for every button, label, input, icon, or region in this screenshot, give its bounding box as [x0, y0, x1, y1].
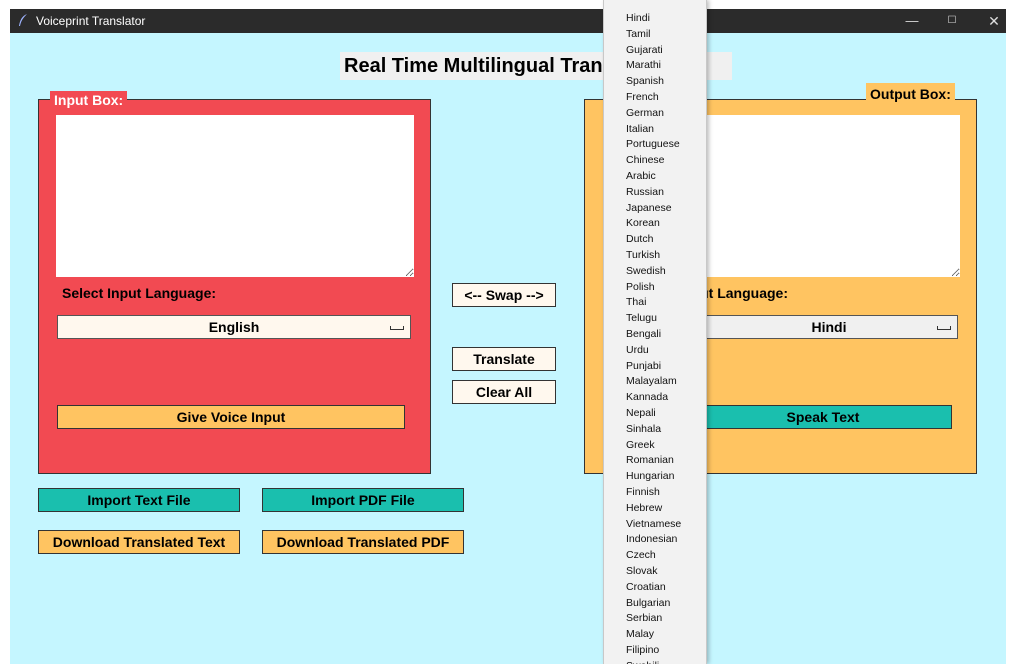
- dropdown-option[interactable]: Punjabi: [626, 360, 661, 372]
- dropdown-arrow-icon: [390, 326, 404, 330]
- dropdown-option[interactable]: Chinese: [626, 154, 665, 166]
- dropdown-option[interactable]: Bulgarian: [626, 597, 670, 609]
- dropdown-option[interactable]: Indonesian: [626, 533, 677, 545]
- give-voice-input-button[interactable]: Give Voice Input: [57, 405, 405, 429]
- import-pdf-file-button[interactable]: Import PDF File: [262, 488, 464, 512]
- dropdown-option[interactable]: Malayalam: [626, 375, 677, 387]
- dropdown-option[interactable]: French: [626, 91, 659, 103]
- output-language-value: Hindi: [811, 319, 847, 335]
- dropdown-option[interactable]: Swahili: [626, 660, 659, 664]
- dropdown-option[interactable]: Marathi: [626, 59, 661, 71]
- dropdown-option[interactable]: Czech: [626, 549, 656, 561]
- dropdown-option[interactable]: Sinhala: [626, 423, 661, 435]
- input-textarea[interactable]: [56, 115, 414, 277]
- dropdown-option[interactable]: Gujarati: [626, 44, 663, 56]
- swap-button[interactable]: <-- Swap -->: [452, 283, 556, 307]
- dropdown-option[interactable]: Hungarian: [626, 470, 674, 482]
- translate-button[interactable]: Translate: [452, 347, 556, 371]
- output-textarea[interactable]: [698, 115, 960, 277]
- dropdown-option[interactable]: Russian: [626, 186, 664, 198]
- dropdown-option[interactable]: Urdu: [626, 344, 649, 356]
- dropdown-option[interactable]: Japanese: [626, 202, 672, 214]
- download-translated-pdf-button[interactable]: Download Translated PDF: [262, 530, 464, 554]
- dropdown-option[interactable]: Nepali: [626, 407, 656, 419]
- dropdown-option[interactable]: Kannada: [626, 391, 668, 403]
- dropdown-option[interactable]: Arabic: [626, 170, 656, 182]
- dropdown-option[interactable]: Korean: [626, 217, 660, 229]
- dropdown-option[interactable]: Telugu: [626, 312, 657, 324]
- dropdown-option[interactable]: Romanian: [626, 454, 674, 466]
- dropdown-option[interactable]: Portuguese: [626, 138, 680, 150]
- dropdown-option[interactable]: Serbian: [626, 612, 662, 624]
- dropdown-option[interactable]: Italian: [626, 123, 654, 135]
- input-language-select[interactable]: English: [57, 315, 411, 339]
- dropdown-option[interactable]: Tamil: [626, 28, 651, 40]
- import-text-file-button[interactable]: Import Text File: [38, 488, 240, 512]
- close-button[interactable]: ✕: [976, 9, 1012, 33]
- dropdown-option[interactable]: Filipino: [626, 644, 659, 656]
- dropdown-option[interactable]: Bengali: [626, 328, 661, 340]
- dropdown-option[interactable]: Spanish: [626, 75, 664, 87]
- dropdown-option[interactable]: Swedish: [626, 265, 666, 277]
- dropdown-option[interactable]: Slovak: [626, 565, 658, 577]
- output-box-label: Output Box:: [866, 83, 955, 105]
- output-language-select[interactable]: Hindi: [700, 315, 958, 339]
- dropdown-option[interactable]: Croatian: [626, 581, 666, 593]
- dropdown-option[interactable]: Dutch: [626, 233, 653, 245]
- input-box-label: Input Box:: [50, 91, 128, 109]
- dropdown-option[interactable]: Polish: [626, 281, 655, 293]
- feather-icon: [19, 14, 27, 26]
- window-title: Voiceprint Translator: [36, 14, 146, 28]
- minimize-button[interactable]: —: [894, 9, 930, 33]
- input-language-label: Select Input Language:: [62, 285, 217, 301]
- dropdown-option[interactable]: Malay: [626, 628, 654, 640]
- title-bar: Voiceprint Translator — ☐ ✕: [10, 9, 1006, 33]
- dropdown-option[interactable]: Thai: [626, 296, 646, 308]
- dropdown-option[interactable]: Turkish: [626, 249, 660, 261]
- input-language-value: English: [208, 319, 260, 335]
- dropdown-option[interactable]: Greek: [626, 439, 655, 451]
- dropdown-option[interactable]: Hebrew: [626, 502, 662, 514]
- dropdown-option[interactable]: German: [626, 107, 664, 119]
- dropdown-arrow-icon: [937, 326, 951, 330]
- dropdown-option[interactable]: Vietnamese: [626, 518, 681, 530]
- language-dropdown-list[interactable]: Hindi Tamil Gujarati Marathi Spanish French Ge…: [603, 0, 707, 664]
- dropdown-option[interactable]: Finnish: [626, 486, 660, 498]
- clear-all-button[interactable]: Clear All: [452, 380, 556, 404]
- download-translated-text-button[interactable]: Download Translated Text: [38, 530, 240, 554]
- maximize-button[interactable]: ☐: [934, 9, 970, 33]
- dropdown-option[interactable]: Hindi: [626, 12, 650, 24]
